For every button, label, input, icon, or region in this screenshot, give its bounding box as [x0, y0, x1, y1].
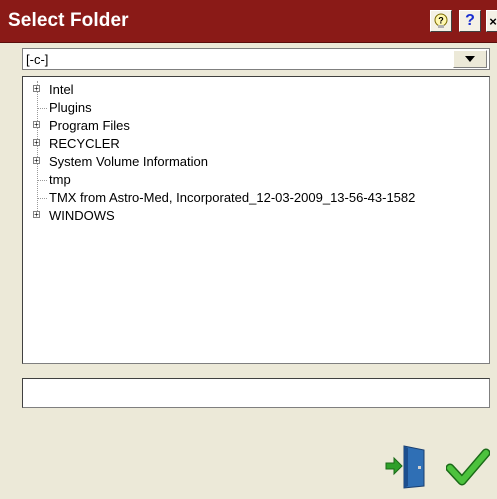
tree-item-system-volume-information[interactable]: + System Volume Information	[23, 153, 489, 171]
ok-button[interactable]	[445, 448, 491, 488]
tree-item-plugins[interactable]: Plugins	[23, 99, 489, 117]
dropdown-button[interactable]	[453, 50, 487, 68]
drive-select[interactable]: [-c-]	[22, 48, 490, 70]
tree-item-label: RECYCLER	[49, 136, 120, 151]
tree-item-program-files[interactable]: + Program Files	[23, 117, 489, 135]
expand-icon[interactable]: +	[33, 85, 40, 93]
drive-select-value: [-c-]	[26, 52, 49, 67]
close-icon: ×	[489, 13, 497, 29]
lightbulb-help-icon: ?	[434, 13, 448, 28]
checkmark-icon	[445, 448, 491, 486]
help-button[interactable]: ?	[459, 10, 481, 32]
svg-text:?: ?	[438, 16, 444, 26]
expand-icon[interactable]: +	[33, 139, 40, 147]
expand-icon[interactable]: +	[33, 211, 40, 219]
tree-item-label: tmp	[49, 172, 71, 187]
tree-item-tmx-from-astro-med[interactable]: TMX from Astro-Med, Incorporated_12-03-2…	[23, 189, 489, 207]
tree-connector	[38, 180, 47, 181]
tree-item-label: Intel	[49, 82, 74, 97]
title-bar: Select Folder ? ? ×	[0, 0, 497, 43]
folder-path-field[interactable]	[22, 378, 490, 408]
tree-item-windows[interactable]: + WINDOWS	[23, 207, 489, 225]
tree-item-intel[interactable]: + Intel	[23, 81, 489, 99]
expand-icon[interactable]: +	[33, 121, 40, 129]
question-mark-icon: ?	[465, 12, 475, 29]
context-help-button[interactable]: ?	[430, 10, 452, 32]
window-title: Select Folder	[8, 10, 129, 31]
folder-tree[interactable]: + Intel Plugins + Program Files + RECYCL…	[22, 76, 490, 364]
tree-item-tmp[interactable]: tmp	[23, 171, 489, 189]
tree-item-label: TMX from Astro-Med, Incorporated_12-03-2…	[49, 190, 416, 205]
tree-item-recycler[interactable]: + RECYCLER	[23, 135, 489, 153]
chevron-down-icon	[465, 56, 475, 62]
tree-item-label: Plugins	[49, 100, 92, 115]
expand-icon[interactable]: +	[33, 157, 40, 165]
tree-item-label: System Volume Information	[49, 154, 208, 169]
close-button[interactable]: ×	[486, 10, 497, 32]
tree-connector	[38, 108, 47, 109]
tree-item-label: WINDOWS	[49, 208, 115, 223]
exit-button[interactable]	[384, 444, 428, 490]
tree-item-label: Program Files	[49, 118, 130, 133]
exit-door-icon	[385, 445, 425, 489]
tree-connector	[38, 198, 47, 199]
